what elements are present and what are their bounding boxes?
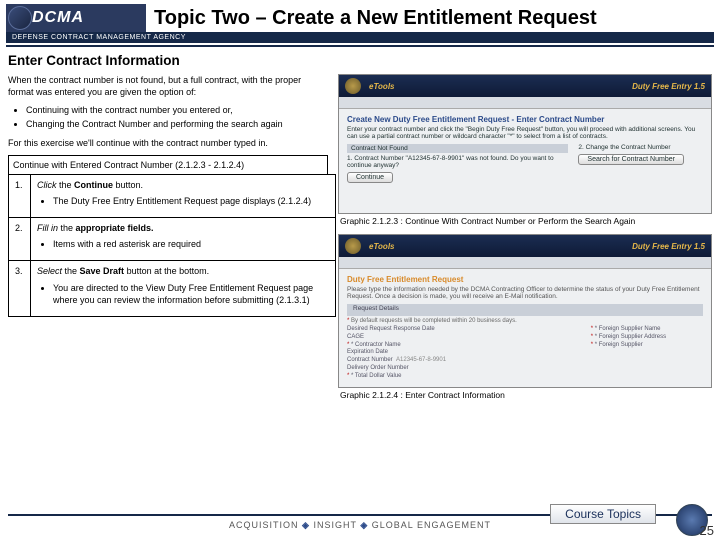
steps-table: 1. Click the Continue button. The Duty F… <box>8 174 336 317</box>
intro-bullet: Changing the Contract Number and perform… <box>26 118 328 130</box>
intro-p1: When the contract number is not found, b… <box>8 74 328 98</box>
field-label: * * Foreign Supplier Address <box>591 334 703 342</box>
field-label: * * Contractor Name <box>347 342 473 350</box>
ss2-heading: Duty Free Entitlement Request <box>347 275 703 284</box>
ss-product: Duty Free Entry 1.5 <box>632 242 705 251</box>
footer-tagline: ACQUISITION ◈ INSIGHT ◈ GLOBAL ENGAGEMEN… <box>229 520 491 531</box>
screenshot-2: eTools Duty Free Entry 1.5 Duty Free Ent… <box>338 234 712 388</box>
ss1-left-line: 1. Contract Number "A12345-67-8-9901" wa… <box>347 155 568 169</box>
ss-nav <box>339 257 711 269</box>
seal-icon <box>345 238 361 254</box>
search-contract-button[interactable]: Search for Contract Number <box>578 154 684 165</box>
ss2-section: Request Details <box>347 304 703 316</box>
step-cell: Click the Continue button. The Duty Free… <box>31 174 336 217</box>
ss-nav <box>339 97 711 109</box>
ss-brand: eTools <box>369 242 394 251</box>
ss-product: Duty Free Entry 1.5 <box>632 82 705 91</box>
course-topics-button[interactable]: Course Topics <box>550 504 656 524</box>
ss1-left-head: Contract Not Found <box>347 144 568 153</box>
agency-bar: DEFENSE CONTRACT MANAGEMENT AGENCY <box>6 32 714 43</box>
field-label: * * Total Dollar Value <box>347 373 473 381</box>
step-sub: Items with a red asterisk are required <box>53 238 329 250</box>
continue-button[interactable]: Continue <box>347 172 393 183</box>
step-number: 3. <box>9 261 31 316</box>
field-label: Contract Number A12345-67-8-9901 <box>347 357 473 365</box>
slide-footer: Course Topics ACQUISITION ◈ INSIGHT ◈ GL… <box>0 514 720 540</box>
ss2-desc: Please type the information needed by th… <box>347 286 703 300</box>
ss1-desc: Enter your contract number and click the… <box>347 126 703 140</box>
field-label: * * Foreign Supplier Name <box>591 326 703 334</box>
dcma-logo: DCMA <box>6 4 146 32</box>
step-cell: Select the Save Draft button at the bott… <box>31 261 336 316</box>
left-column: When the contract number is not found, b… <box>8 74 328 408</box>
screenshot-1: eTools Duty Free Entry 1.5 Create New Du… <box>338 74 712 214</box>
steps-header: Continue with Entered Contract Number (2… <box>8 155 328 174</box>
page-title: Topic Two – Create a New Entitlement Req… <box>154 7 597 32</box>
page-number: 25 <box>700 523 714 538</box>
step-number: 1. <box>9 174 31 217</box>
step-sub: The Duty Free Entry Entitlement Request … <box>53 195 329 207</box>
ss-brand: eTools <box>369 82 394 91</box>
step-sub: You are directed to the View Duty Free E… <box>53 282 329 306</box>
slide-header: DCMA Topic Two – Create a New Entitlemen… <box>0 0 720 47</box>
logo-globe-icon <box>8 6 32 30</box>
intro-bullet: Continuing with the contract number you … <box>26 104 328 116</box>
section-heading: Enter Contract Information <box>8 53 712 68</box>
seal-icon <box>345 78 361 94</box>
ss2-note: * By default requests will be completed … <box>347 318 703 324</box>
field-label: * * Foreign Supplier <box>591 342 703 350</box>
field-label: Desired Request Response Date <box>347 326 473 334</box>
ss1-heading: Create New Duty Free Entitlement Request… <box>347 115 703 124</box>
field-label: Expiration Date <box>347 349 473 357</box>
field-label: Delivery Order Number <box>347 365 473 373</box>
right-column: eTools Duty Free Entry 1.5 Create New Du… <box>338 74 712 408</box>
field-label: CAGE <box>347 334 473 342</box>
ss1-right-head: 2. Change the Contract Number <box>578 144 703 151</box>
caption-1: Graphic 2.1.2.3 : Continue With Contract… <box>340 216 712 226</box>
intro-p2: For this exercise we'll continue with th… <box>8 137 328 149</box>
step-cell: Fill in the appropriate fields. Items wi… <box>31 218 336 261</box>
caption-2: Graphic 2.1.2.4 : Enter Contract Informa… <box>340 390 712 400</box>
step-number: 2. <box>9 218 31 261</box>
